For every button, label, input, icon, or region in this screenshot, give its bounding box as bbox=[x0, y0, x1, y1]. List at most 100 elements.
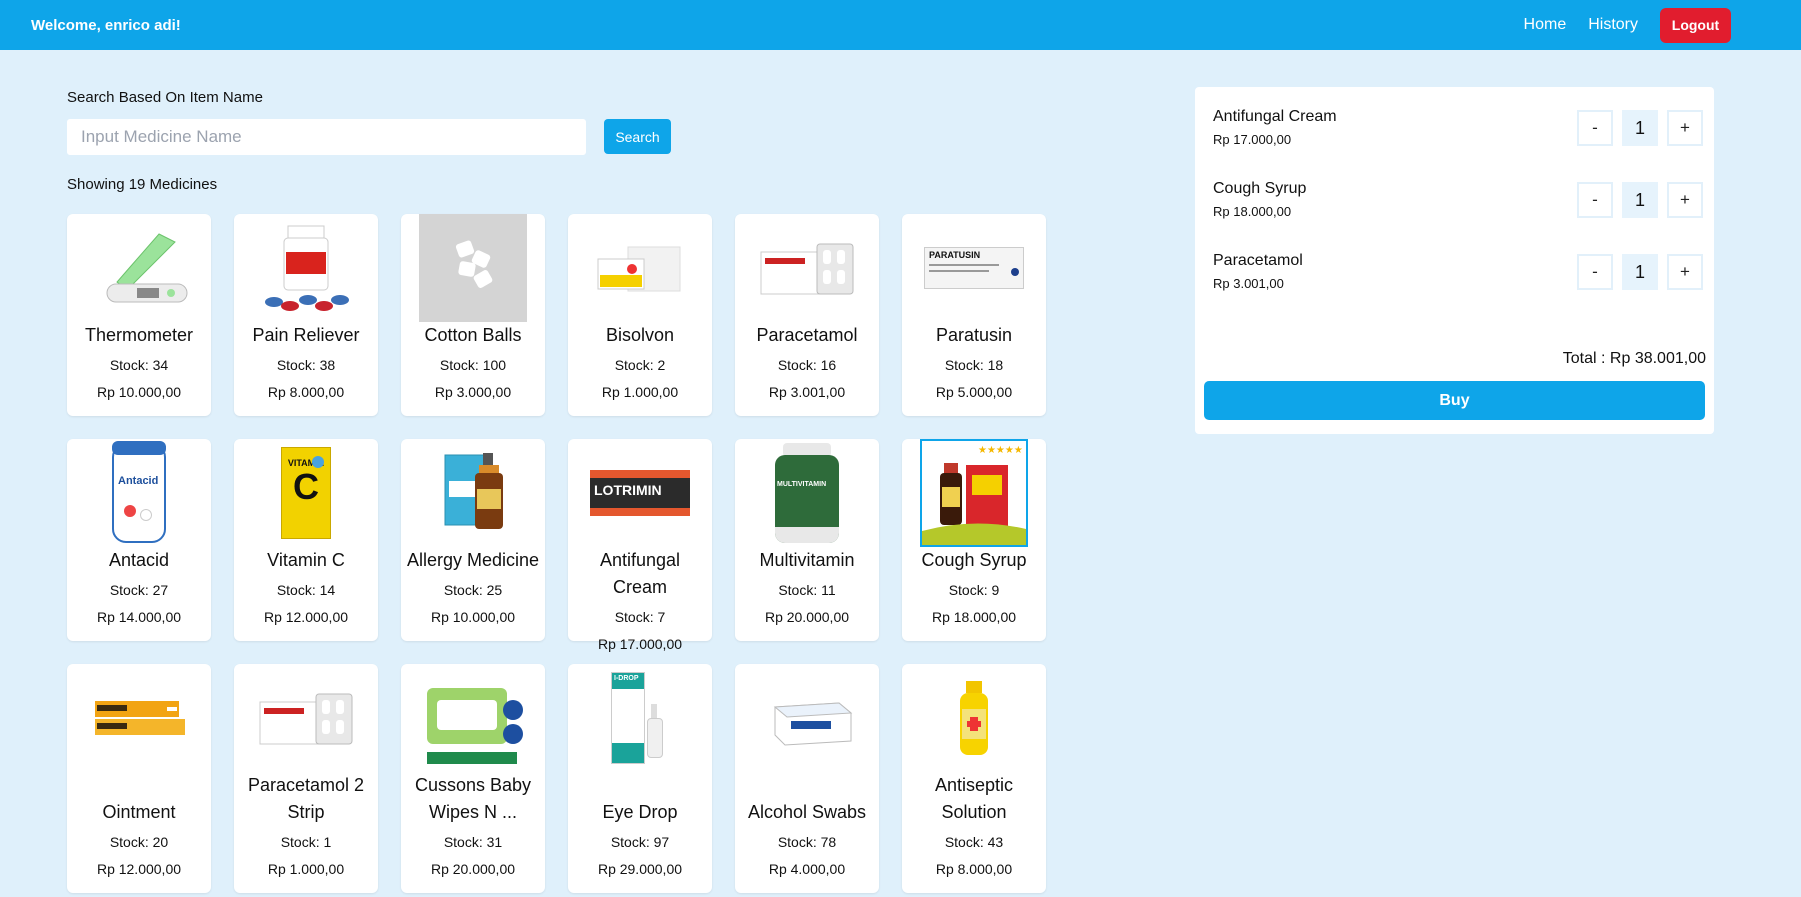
cart-total: Total : Rp 38.001,00 bbox=[1562, 350, 1706, 367]
cart-item-name: Paracetamol bbox=[1213, 252, 1303, 269]
cart-item-price: Rp 17.000,00 bbox=[1213, 132, 1292, 147]
product-price: Rp 4.000,00 bbox=[768, 861, 846, 877]
product-price: Rp 8.000,00 bbox=[267, 384, 345, 400]
product-card-alcohol-swabs[interactable]: Alcohol Swabs Stock: 78 Rp 4.000,00 bbox=[735, 664, 879, 893]
product-card-antifungal-cream[interactable]: LOTRIMIN Antifungal Cream Stock: 7 Rp 17… bbox=[568, 439, 712, 652]
product-card-ointment[interactable]: Ointment Stock: 20 Rp 12.000,00 bbox=[67, 664, 211, 893]
increase-qty-button[interactable]: + bbox=[1667, 110, 1703, 146]
product-stock: Stock: 9 bbox=[948, 582, 1000, 598]
product-card-paracetamol-2-strip[interactable]: Paracetamol 2 Strip Stock: 1 Rp 1.000,00 bbox=[234, 664, 378, 893]
product-card-paratusin[interactable]: PARATUSIN Paratusin Stock: 18 Rp 5.000,0… bbox=[902, 214, 1046, 416]
product-stock: Stock: 78 bbox=[777, 834, 837, 850]
quantity-value: 1 bbox=[1622, 254, 1658, 290]
product-stock: Stock: 25 bbox=[443, 582, 503, 598]
product-image-cotton-balls bbox=[419, 214, 527, 322]
product-stock: Stock: 11 bbox=[778, 582, 836, 598]
paratusin-box-label: PARATUSIN bbox=[929, 250, 981, 260]
product-image-paracetamol-2-strip bbox=[252, 664, 360, 772]
product-name: Paracetamol bbox=[756, 325, 858, 345]
decrease-qty-button[interactable]: - bbox=[1577, 254, 1613, 290]
product-stock: Stock: 20 bbox=[109, 834, 169, 850]
product-name: Antifungal Cream bbox=[599, 550, 681, 597]
product-name: Eye Drop bbox=[602, 802, 678, 822]
product-name: Paratusin bbox=[935, 325, 1013, 345]
product-card-antacid[interactable]: Antacid Antacid Stock: 27 Rp 14.000,00 bbox=[67, 439, 211, 641]
product-card-cotton-balls[interactable]: Cotton Balls Stock: 100 Rp 3.000,00 bbox=[401, 214, 545, 416]
product-stock: Stock: 1 bbox=[280, 834, 332, 850]
cart-item-price: Rp 18.000,00 bbox=[1213, 204, 1292, 219]
product-name: Antiseptic Solution bbox=[934, 775, 1014, 822]
cart-item-name: Cough Syrup bbox=[1213, 180, 1307, 197]
product-price: Rp 8.000,00 bbox=[935, 861, 1013, 877]
search-label: Search Based On Item Name bbox=[67, 89, 263, 106]
lotrimin-box-label: LOTRIMIN bbox=[594, 482, 662, 498]
product-stock: Stock: 97 bbox=[610, 834, 670, 850]
buy-button[interactable]: Buy bbox=[1204, 381, 1705, 420]
product-card-antiseptic-solution[interactable]: Antiseptic Solution Stock: 43 Rp 8.000,0… bbox=[902, 664, 1046, 893]
product-price: Rp 12.000,00 bbox=[96, 861, 182, 877]
product-image-paracetamol bbox=[753, 214, 861, 322]
product-stock: Stock: 2 bbox=[614, 357, 666, 373]
product-price: Rp 1.000,00 bbox=[601, 384, 679, 400]
increase-qty-button[interactable]: + bbox=[1667, 182, 1703, 218]
product-name: Multivitamin bbox=[759, 550, 855, 570]
product-stock: Stock: 14 bbox=[276, 582, 336, 598]
product-name: Pain Reliever bbox=[252, 325, 360, 345]
quantity-stepper: - 1 + bbox=[1577, 110, 1703, 146]
decrease-qty-button[interactable]: - bbox=[1577, 182, 1613, 218]
product-card-baby-wipes[interactable]: Cussons Baby Wipes N ... Stock: 31 Rp 20… bbox=[401, 664, 545, 893]
product-name: Ointment bbox=[102, 802, 176, 822]
top-navbar: Welcome, enrico adi! Home History Logout bbox=[0, 0, 1801, 50]
product-name: Thermometer bbox=[84, 325, 194, 345]
product-image-antifungal-cream: LOTRIMIN bbox=[586, 439, 694, 547]
product-price: Rp 5.000,00 bbox=[935, 384, 1013, 400]
product-stock: Stock: 38 bbox=[276, 357, 336, 373]
product-stock: Stock: 100 bbox=[439, 357, 507, 373]
quantity-value: 1 bbox=[1622, 110, 1658, 146]
cart-item-price: Rp 3.001,00 bbox=[1213, 276, 1284, 291]
multivitamin-bottle-label: MULTIVITAMIN bbox=[777, 481, 827, 488]
product-image-thermometer bbox=[85, 214, 193, 322]
product-stock: Stock: 34 bbox=[109, 357, 169, 373]
logout-button[interactable]: Logout bbox=[1660, 7, 1731, 43]
product-card-paracetamol[interactable]: Paracetamol Stock: 16 Rp 3.001,00 bbox=[735, 214, 879, 416]
product-stock: Stock: 16 bbox=[777, 357, 837, 373]
product-price: Rp 3.000,00 bbox=[434, 384, 512, 400]
increase-qty-button[interactable]: + bbox=[1667, 254, 1703, 290]
product-image-multivitamin: MULTIVITAMIN bbox=[753, 439, 861, 547]
nav-history-link[interactable]: History bbox=[1588, 16, 1638, 34]
product-card-pain-reliever[interactable]: Pain Reliever Stock: 38 Rp 8.000,00 bbox=[234, 214, 378, 416]
results-count: Showing 19 Medicines bbox=[67, 176, 218, 193]
product-price: Rp 20.000,00 bbox=[430, 861, 516, 877]
search-input[interactable] bbox=[67, 119, 586, 155]
product-name: Antacid bbox=[108, 550, 170, 570]
quantity-stepper: - 1 + bbox=[1577, 254, 1703, 290]
product-price: Rp 10.000,00 bbox=[96, 384, 182, 400]
product-card-bisolvon[interactable]: Bisolvon Stock: 2 Rp 1.000,00 bbox=[568, 214, 712, 416]
product-image-eye-drop: I-DROP bbox=[586, 664, 694, 772]
cart-item-name: Antifungal Cream bbox=[1213, 108, 1337, 125]
product-name: Cotton Balls bbox=[424, 325, 522, 345]
product-price: Rp 17.000,00 bbox=[597, 636, 683, 652]
decrease-qty-button[interactable]: - bbox=[1577, 110, 1613, 146]
product-image-vitamin-c: VITAMIN C bbox=[252, 439, 360, 547]
product-card-eye-drop[interactable]: I-DROP Eye Drop Stock: 97 Rp 29.000,00 bbox=[568, 664, 712, 893]
product-name: Vitamin C bbox=[267, 550, 345, 570]
product-stock: Stock: 18 bbox=[944, 357, 1004, 373]
cart-panel: Antifungal Cream Rp 17.000,00 - 1 + Coug… bbox=[1195, 87, 1714, 434]
product-card-cough-syrup[interactable]: ★★★★★ Cough Syrup Stock: 9 Rp 18.000,00 bbox=[902, 439, 1046, 641]
product-image-antiseptic-solution bbox=[920, 664, 1028, 772]
product-card-vitamin-c[interactable]: VITAMIN C Vitamin C Stock: 14 Rp 12.000,… bbox=[234, 439, 378, 641]
search-button[interactable]: Search bbox=[604, 119, 671, 154]
product-card-thermometer[interactable]: Thermometer Stock: 34 Rp 10.000,00 bbox=[67, 214, 211, 416]
product-price: Rp 18.000,00 bbox=[931, 609, 1017, 625]
product-image-alcohol-swabs bbox=[753, 664, 861, 772]
product-price: Rp 12.000,00 bbox=[263, 609, 349, 625]
product-image-allergy-medicine bbox=[419, 439, 527, 547]
nav-home-link[interactable]: Home bbox=[1524, 16, 1567, 34]
vitamin-box-letter: C bbox=[293, 466, 319, 507]
product-card-multivitamin[interactable]: MULTIVITAMIN Multivitamin Stock: 11 Rp 2… bbox=[735, 439, 879, 641]
cart-item: Cough Syrup Rp 18.000,00 - 1 + bbox=[1213, 180, 1703, 230]
product-name: Cussons Baby Wipes N ... bbox=[414, 775, 532, 822]
product-card-allergy-medicine[interactable]: Allergy Medicine Stock: 25 Rp 10.000,00 bbox=[401, 439, 545, 641]
